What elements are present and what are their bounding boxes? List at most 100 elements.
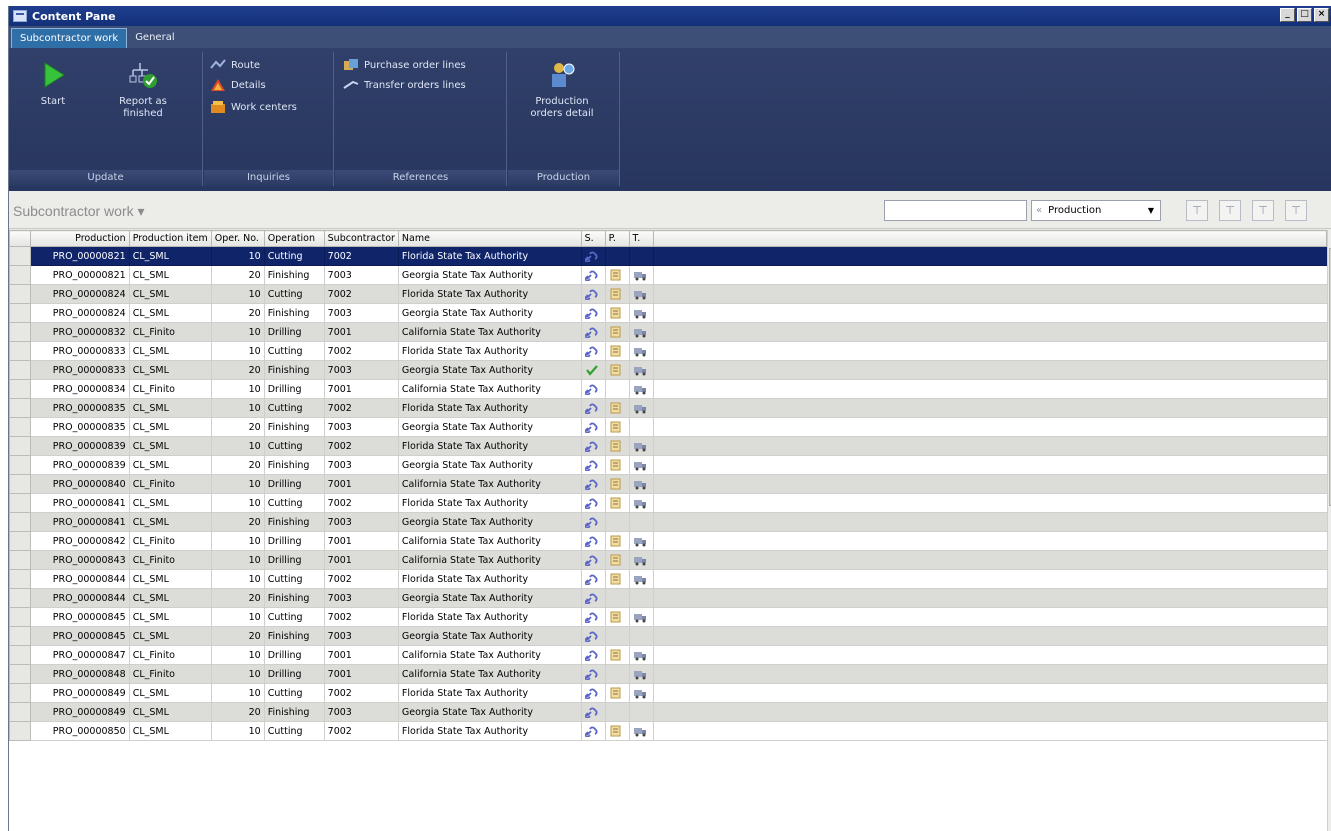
cell-production[interactable]: PRO_00000839 [29, 436, 130, 456]
cell-operation[interactable]: Cutting [263, 246, 325, 266]
cell-production-item[interactable]: CL_SML [128, 265, 212, 285]
table-row[interactable]: PRO_00000843 CL_Finito 10 Drilling 7001 Calif… [9, 550, 1327, 570]
cell-production[interactable]: PRO_00000821 [29, 246, 130, 266]
cell-production[interactable]: PRO_00000824 [29, 284, 130, 304]
cell-production-item[interactable]: CL_Finito [128, 550, 212, 570]
cell-status-s[interactable] [580, 683, 606, 703]
cell-production-item[interactable]: CL_SML [128, 493, 212, 513]
cell-status-t[interactable] [628, 474, 654, 494]
cell-status-s[interactable] [580, 265, 606, 285]
cell-name[interactable]: California State Tax Authority [397, 379, 582, 399]
cell-status-p[interactable] [604, 493, 630, 513]
column-header-oper-no[interactable]: Oper. No. [210, 230, 265, 247]
cell-production[interactable]: PRO_00000842 [29, 531, 130, 551]
row-selector[interactable] [9, 398, 31, 418]
cell-status-p[interactable] [604, 550, 630, 570]
row-selector[interactable] [9, 436, 31, 456]
cell-status-t[interactable] [628, 607, 654, 627]
cell-status-p[interactable] [604, 474, 630, 494]
row-selector[interactable] [9, 531, 31, 551]
cell-production[interactable]: PRO_00000840 [29, 474, 130, 494]
cell-oper-no[interactable]: 10 [210, 436, 265, 456]
row-selector[interactable] [9, 455, 31, 475]
cell-oper-no[interactable]: 10 [210, 398, 265, 418]
cell-production-item[interactable]: CL_SML [128, 683, 212, 703]
cell-status-s[interactable] [580, 360, 606, 380]
cell-production-item[interactable]: CL_SML [128, 246, 212, 266]
cell-status-t[interactable] [628, 360, 654, 380]
start-button[interactable]: Start [17, 56, 89, 166]
cell-production[interactable]: PRO_00000843 [29, 550, 130, 570]
cell-status-t[interactable] [628, 455, 654, 475]
table-row[interactable]: PRO_00000834 CL_Finito 10 Drilling 7001 Calif… [9, 379, 1327, 399]
cell-operation[interactable]: Drilling [263, 531, 325, 551]
cell-production-item[interactable]: CL_Finito [128, 531, 212, 551]
cell-status-t[interactable] [628, 569, 654, 589]
cell-status-s[interactable] [580, 569, 606, 589]
cell-status-s[interactable] [580, 379, 606, 399]
cell-subcontractor[interactable]: 7003 [323, 702, 399, 722]
filter-input[interactable] [884, 200, 1027, 221]
cell-status-t[interactable] [628, 303, 654, 323]
cell-name[interactable]: Georgia State Tax Authority [397, 303, 582, 323]
cell-status-s[interactable] [580, 512, 606, 532]
cell-production-item[interactable]: CL_SML [128, 569, 212, 589]
table-row[interactable]: PRO_00000821 CL_SML 20 Finishing 7003 Georgia… [9, 265, 1327, 285]
cell-status-t[interactable] [628, 588, 654, 608]
cell-production-item[interactable]: CL_Finito [128, 474, 212, 494]
cell-subcontractor[interactable]: 7001 [323, 379, 399, 399]
cell-status-s[interactable] [580, 531, 606, 551]
cell-oper-no[interactable]: 20 [210, 417, 265, 437]
cell-production[interactable]: PRO_00000821 [29, 265, 130, 285]
cell-status-s[interactable] [580, 284, 606, 304]
row-selector[interactable] [9, 493, 31, 513]
cell-production-item[interactable]: CL_Finito [128, 664, 212, 684]
cell-oper-no[interactable]: 10 [210, 645, 265, 665]
form-caption[interactable]: Subcontractor work ▾ [13, 203, 145, 220]
table-row[interactable]: PRO_00000840 CL_Finito 10 Drilling 7001 Calif… [9, 474, 1327, 494]
maximize-button[interactable]: □ [1297, 8, 1312, 22]
cell-status-p[interactable] [604, 303, 630, 323]
cell-name[interactable]: Georgia State Tax Authority [397, 360, 582, 380]
cell-subcontractor[interactable]: 7002 [323, 607, 399, 627]
cell-status-t[interactable] [628, 550, 654, 570]
cell-status-t[interactable] [628, 493, 654, 513]
cell-operation[interactable]: Finishing [263, 303, 325, 323]
transfer-orders-lines-button[interactable]: Transfer orders lines [343, 76, 466, 94]
cell-production-item[interactable]: CL_Finito [128, 379, 212, 399]
cell-production[interactable]: PRO_00000832 [29, 322, 130, 342]
remove-filter-icon[interactable]: ⊤ [1285, 200, 1307, 221]
cell-oper-no[interactable]: 10 [210, 341, 265, 361]
cell-subcontractor[interactable]: 7002 [323, 569, 399, 589]
table-row[interactable]: PRO_00000850 CL_SML 10 Cutting 7002 Florida S… [9, 721, 1327, 741]
cell-operation[interactable]: Finishing [263, 588, 325, 608]
cell-status-t[interactable] [628, 417, 654, 437]
cell-status-s[interactable] [580, 550, 606, 570]
cell-operation[interactable]: Finishing [263, 360, 325, 380]
cell-subcontractor[interactable]: 7001 [323, 531, 399, 551]
cell-name[interactable]: Florida State Tax Authority [397, 436, 582, 456]
cell-status-p[interactable] [604, 322, 630, 342]
table-row[interactable]: PRO_00000845 CL_SML 20 Finishing 7003 Georgia… [9, 626, 1327, 646]
table-row[interactable]: PRO_00000845 CL_SML 10 Cutting 7002 Florida S… [9, 607, 1327, 627]
cell-name[interactable]: Florida State Tax Authority [397, 721, 582, 741]
cell-name[interactable]: California State Tax Authority [397, 322, 582, 342]
cell-status-s[interactable] [580, 664, 606, 684]
table-row[interactable]: PRO_00000844 CL_SML 20 Finishing 7003 Georgia… [9, 588, 1327, 608]
cell-production-item[interactable]: CL_SML [128, 284, 212, 304]
cell-name[interactable]: Florida State Tax Authority [397, 398, 582, 418]
cell-name[interactable]: Florida State Tax Authority [397, 341, 582, 361]
cell-oper-no[interactable]: 10 [210, 379, 265, 399]
cell-name[interactable]: Florida State Tax Authority [397, 493, 582, 513]
cell-status-t[interactable] [628, 436, 654, 456]
cell-name[interactable]: Georgia State Tax Authority [397, 417, 582, 437]
table-row[interactable]: PRO_00000841 CL_SML 20 Finishing 7003 Georgia… [9, 512, 1327, 532]
cell-name[interactable]: Georgia State Tax Authority [397, 512, 582, 532]
cell-name[interactable]: California State Tax Authority [397, 550, 582, 570]
table-row[interactable]: PRO_00000833 CL_SML 20 Finishing 7003 Georgia… [9, 360, 1327, 380]
cell-subcontractor[interactable]: 7002 [323, 493, 399, 513]
cell-production[interactable]: PRO_00000835 [29, 398, 130, 418]
row-selector[interactable] [9, 341, 31, 361]
cell-production[interactable]: PRO_00000824 [29, 303, 130, 323]
cell-status-s[interactable] [580, 341, 606, 361]
